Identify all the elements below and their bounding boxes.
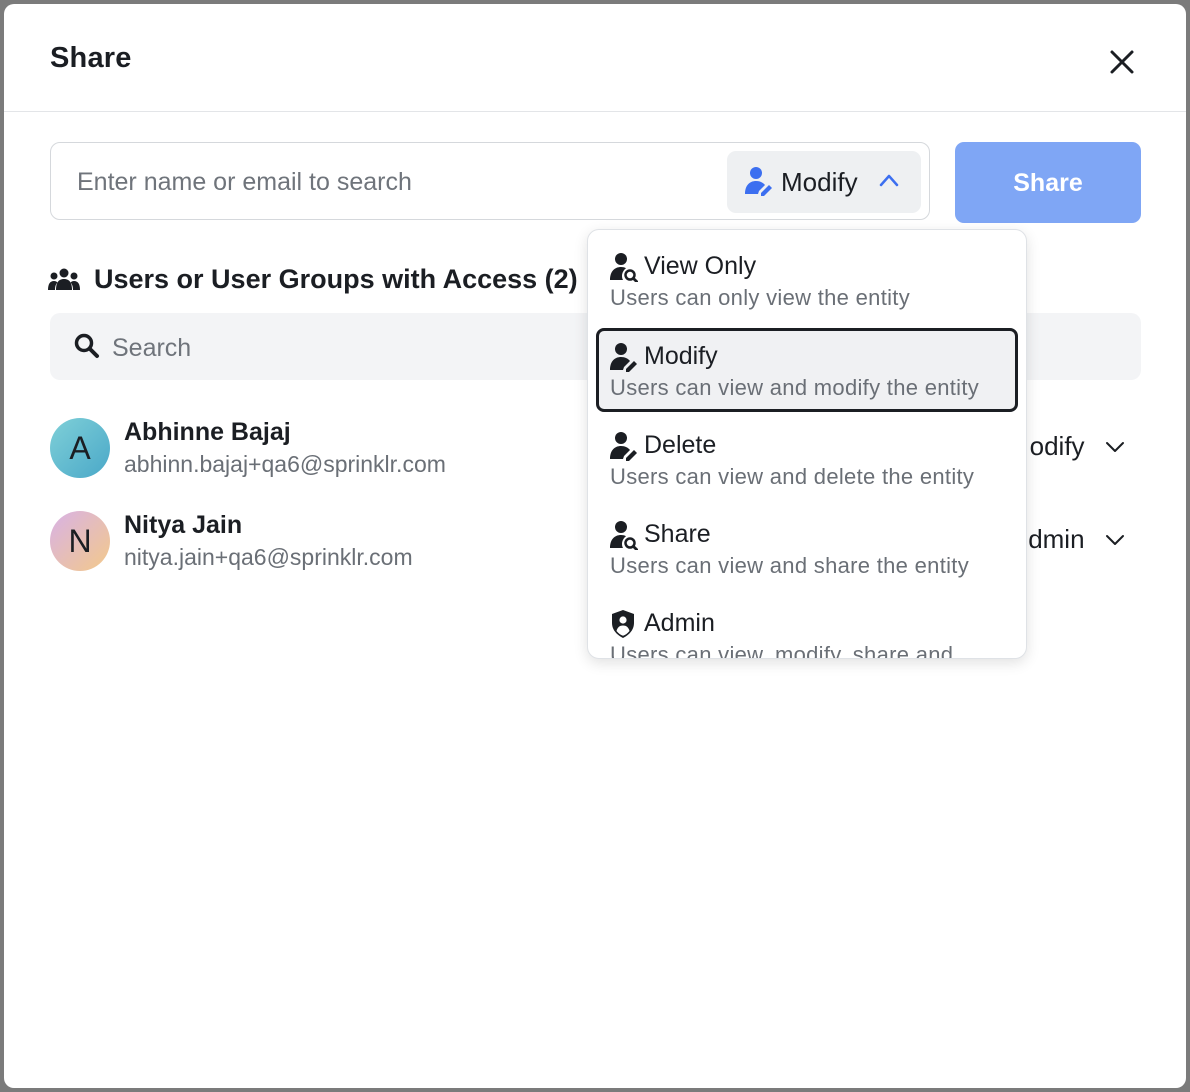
option-label: Share <box>644 520 711 548</box>
access-search-input[interactable] <box>110 327 594 369</box>
search-icon <box>74 333 99 358</box>
dialog-title: Share <box>50 42 132 74</box>
dialog-header: Share <box>4 4 1186 112</box>
option-description: Users can view and delete the entity <box>610 464 975 489</box>
chevron-down-icon <box>1106 441 1124 452</box>
invite-search-box: Modify <box>50 142 930 220</box>
user-name: Abhinne Bajaj <box>124 418 291 446</box>
user-delete-icon <box>610 432 637 461</box>
user-permission-label: dmin <box>1028 524 1085 554</box>
user-edit-icon <box>745 167 772 196</box>
share-dialog: Share Modify Share <box>4 4 1186 1088</box>
user-name: Nitya Jain <box>124 511 243 539</box>
permission-select[interactable]: Modify <box>727 151 921 213</box>
close-icon <box>1110 50 1134 74</box>
chevron-down-icon <box>1106 534 1124 545</box>
access-heading-text: Users or User Groups with Access (2) <box>94 264 578 294</box>
shield-user-icon <box>612 610 634 638</box>
option-label: Delete <box>644 431 717 459</box>
user-group-icon <box>48 268 80 290</box>
avatar: N <box>50 511 110 571</box>
close-button[interactable] <box>1104 44 1140 80</box>
user-share-icon <box>610 521 638 550</box>
option-description: Users can view, modify, share and <box>610 642 954 659</box>
option-label: Modify <box>644 342 718 370</box>
chevron-up-icon <box>879 174 899 187</box>
option-description: Users can only view the entity <box>610 285 911 310</box>
permission-select-label: Modify <box>781 167 858 197</box>
user-email: abhinn.bajaj+qa6@sprinklr.com <box>124 451 446 477</box>
user-permission-select[interactable]: odify <box>1030 431 1125 465</box>
user-edit-icon <box>610 343 637 372</box>
avatar: A <box>50 418 110 478</box>
permission-option-share[interactable]: Share Users can view and share the entit… <box>596 506 1018 590</box>
user-view-icon <box>610 253 638 282</box>
invite-search-input[interactable] <box>75 161 699 203</box>
user-permission-label: odify <box>1029 431 1085 461</box>
permission-option-admin[interactable]: Admin Users can view, modify, share and <box>596 595 1018 659</box>
option-description: Users can view and modify the entity <box>610 375 980 400</box>
permission-option-delete[interactable]: Delete Users can view and delete the ent… <box>596 417 1018 501</box>
user-email: nitya.jain+qa6@sprinklr.com <box>124 544 413 570</box>
option-label: View Only <box>644 252 757 280</box>
permission-option-view-only[interactable]: View Only Users can only view the entity <box>596 238 1018 322</box>
user-permission-select[interactable]: dmin <box>1028 524 1125 558</box>
option-label: Admin <box>644 609 715 637</box>
permission-dropdown: View Only Users can only view the entity… <box>587 229 1027 659</box>
permission-option-modify[interactable]: Modify Users can view and modify the ent… <box>596 328 1018 412</box>
option-description: Users can view and share the entity <box>610 553 970 578</box>
share-button[interactable]: Share <box>955 142 1141 223</box>
